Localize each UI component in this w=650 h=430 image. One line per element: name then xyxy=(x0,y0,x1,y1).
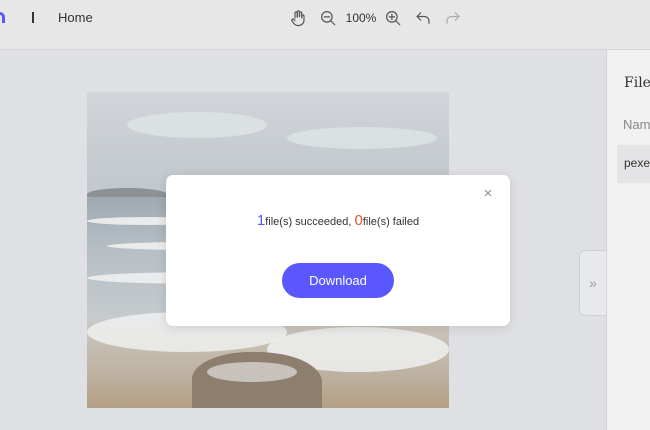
failed-text: file(s) failed xyxy=(362,216,420,228)
double-chevron-right-icon: » xyxy=(589,275,597,291)
app-logo xyxy=(0,12,5,23)
top-toolbar: Home 100% xyxy=(0,0,650,50)
result-summary: 1file(s) succeeded, 0file(s) failed xyxy=(166,212,510,229)
zoom-out-icon[interactable] xyxy=(318,8,338,28)
file-row[interactable]: pexe xyxy=(617,145,650,183)
file-name: pexe xyxy=(624,156,650,170)
succeeded-count: 1 xyxy=(256,212,266,229)
toolbar-divider xyxy=(32,12,34,23)
undo-icon[interactable] xyxy=(413,8,433,28)
close-icon[interactable]: × xyxy=(481,186,495,201)
hand-icon[interactable] xyxy=(288,8,308,28)
failed-count: 0 xyxy=(354,212,363,229)
file-panel: File Nam pexe xyxy=(606,50,650,430)
collapse-panel-toggle[interactable]: » xyxy=(579,250,606,316)
column-header-name: Nam xyxy=(623,117,650,132)
succeeded-text: file(s) succeeded, xyxy=(265,216,355,228)
panel-title: File xyxy=(624,75,650,91)
conversion-result-dialog: × 1file(s) succeeded, 0file(s) failed Do… xyxy=(166,175,510,326)
zoom-in-icon[interactable] xyxy=(383,8,403,28)
download-button[interactable]: Download xyxy=(282,263,394,298)
home-link[interactable]: Home xyxy=(58,10,93,25)
redo-icon[interactable] xyxy=(443,8,463,28)
zoom-level: 100% xyxy=(345,11,377,25)
